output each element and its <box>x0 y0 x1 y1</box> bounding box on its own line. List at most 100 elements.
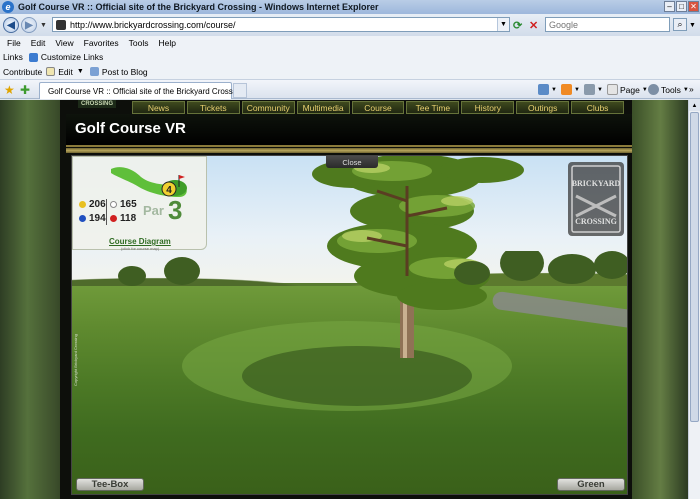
red-tee-icon <box>110 215 117 222</box>
nav-tickets[interactable]: Tickets <box>186 101 240 114</box>
nav-course[interactable]: Course <box>351 101 405 114</box>
search-input[interactable] <box>549 19 664 30</box>
back-button[interactable]: ◀ <box>3 17 19 33</box>
maximize-button[interactable]: □ <box>676 1 687 12</box>
site-nav: News Tickets Community Multimedia Course… <box>132 101 626 114</box>
nav-outings[interactable]: Outings <box>516 101 570 114</box>
hole-info-panel: 4 206 165 194 118 Par 3 Course Diagram (… <box>72 156 207 251</box>
home-icon <box>538 84 549 95</box>
refresh-icon[interactable]: ⟳ <box>513 19 526 32</box>
yardage-blue: 194 <box>79 213 106 224</box>
course-diagram-hint: (click for course map) <box>121 246 160 251</box>
site-logo[interactable]: CROSSING <box>78 100 116 108</box>
yardage-white: 165 <box>110 199 137 210</box>
site-favicon-icon <box>56 19 66 30</box>
history-dropdown-icon[interactable]: ▼ <box>40 22 47 29</box>
white-tee-icon <box>110 201 117 208</box>
address-toolbar: ◀ ▶ ▼ ▼ ⟳ ✕ ⌕ ▼ <box>0 14 700 36</box>
add-favorite-icon[interactable]: ✚ <box>20 83 30 97</box>
yardage-blue-value: 194 <box>89 213 106 224</box>
close-window-button[interactable]: ✕ <box>688 1 699 12</box>
tee-box-button[interactable]: Tee-Box <box>76 478 144 491</box>
links-bar: Links Customize Links <box>0 50 700 64</box>
nav-clubs[interactable]: Clubs <box>571 101 625 114</box>
yardage-divider <box>106 199 107 225</box>
window-titlebar: e Golf Course VR :: Official site of the… <box>0 0 700 14</box>
rss-icon <box>561 84 572 95</box>
yardage-red: 118 <box>110 213 136 224</box>
nav-history[interactable]: History <box>461 101 515 114</box>
vr-viewer[interactable]: Close 4 206 165 194 118 Par 3 Course Dia… <box>71 155 628 495</box>
vertical-scrollbar[interactable]: ▲ <box>688 100 700 499</box>
edit-icon <box>46 67 56 76</box>
menu-edit[interactable]: Edit <box>31 38 46 48</box>
address-dropdown-icon[interactable]: ▼ <box>497 18 509 31</box>
gold-tee-icon <box>79 201 86 208</box>
stop-icon[interactable]: ✕ <box>529 19 542 32</box>
yardage-gold: 206 <box>79 199 106 210</box>
yardage-white-value: 165 <box>120 199 137 210</box>
yardage-red-value: 118 <box>120 213 137 224</box>
window-title: Golf Course VR :: Official site of the B… <box>18 2 379 12</box>
course-diagram-button[interactable]: Course Diagram <box>109 237 171 246</box>
header-divider <box>66 148 632 153</box>
address-bar[interactable]: ▼ <box>52 17 510 32</box>
nav-community[interactable]: Community <box>241 101 295 114</box>
logo-text-bottom: CROSSING <box>575 217 617 226</box>
home-button[interactable]: ▼ <box>538 84 557 95</box>
feeds-button[interactable]: ▼ <box>561 84 580 95</box>
par-value: 3 <box>168 195 183 225</box>
links-label: Links <box>3 52 23 62</box>
menu-view[interactable]: View <box>55 38 73 48</box>
close-viewer-button[interactable]: Close <box>326 156 378 168</box>
contribute-label: Contribute <box>3 66 43 77</box>
scroll-up-icon[interactable]: ▲ <box>689 100 700 111</box>
blue-tee-icon <box>79 215 86 222</box>
print-icon <box>584 84 595 95</box>
page-menu-label: Page <box>620 84 640 95</box>
edit-dropdown-icon[interactable]: ▼ <box>77 68 84 75</box>
url-input[interactable] <box>70 19 490 30</box>
search-icon[interactable]: ⌕ <box>673 18 687 31</box>
scroll-thumb[interactable] <box>690 112 699 422</box>
distant-trees <box>118 251 627 286</box>
contribute-bar: Contribute Edit ▼ Post to Blog <box>0 64 700 80</box>
edit-button[interactable]: Edit <box>58 67 73 77</box>
nav-news[interactable]: News <box>132 101 185 114</box>
ie-logo-icon: e <box>2 1 14 13</box>
menu-favorites[interactable]: Favorites <box>84 38 119 48</box>
search-options-icon[interactable]: ▼ <box>689 22 696 29</box>
green-button[interactable]: Green <box>557 478 625 491</box>
forward-button[interactable]: ▶ <box>21 17 37 33</box>
nav-tee-time[interactable]: Tee Time <box>406 101 460 114</box>
search-box[interactable] <box>545 17 670 32</box>
tools-menu[interactable]: Tools ▼ <box>648 84 689 95</box>
tab-label: Golf Course VR :: Official site of the B… <box>48 86 244 96</box>
brickyard-crossing-logo: BRICKYARD CROSSING <box>568 162 624 236</box>
customize-links-link[interactable]: Customize Links <box>41 52 103 62</box>
yardage-gold-value: 206 <box>89 199 106 210</box>
new-tab-button[interactable] <box>233 83 247 98</box>
page-title: Golf Course VR <box>75 120 186 137</box>
gear-icon <box>648 84 659 95</box>
blog-icon <box>89 67 99 76</box>
minimize-button[interactable]: – <box>664 1 675 12</box>
menu-help[interactable]: Help <box>158 38 175 48</box>
par-label: Par <box>143 203 164 218</box>
print-button[interactable]: ▼ <box>584 84 603 95</box>
window-controls: – □ ✕ <box>664 1 699 12</box>
menu-tools[interactable]: Tools <box>129 38 149 48</box>
tools-menu-label: Tools <box>661 84 681 95</box>
menu-file[interactable]: File <box>7 38 21 48</box>
hole-diagram-icon[interactable]: 4 <box>109 163 189 199</box>
nav-multimedia[interactable]: Multimedia <box>296 101 350 114</box>
tab-bar: ★ ✚ Golf Course VR :: Official site of t… <box>0 80 700 99</box>
post-to-blog-button[interactable]: Post to Blog <box>102 67 148 77</box>
more-commands-button[interactable]: » <box>689 84 694 94</box>
ie-link-icon <box>28 52 38 62</box>
tab-golf-course-vr[interactable]: Golf Course VR :: Official site of the B… <box>39 82 243 99</box>
logo-text-top: BRICKYARD <box>572 179 621 188</box>
page-menu[interactable]: Page ▼ <box>607 84 648 95</box>
favorites-star-icon[interactable]: ★ <box>4 83 15 97</box>
copyright-text: Copyright Brickyard Crossing <box>73 334 78 386</box>
